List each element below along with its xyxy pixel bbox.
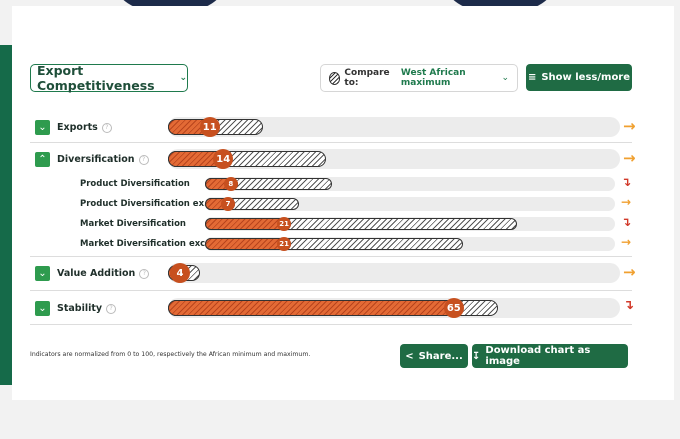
- trend-down-icon: ↴: [621, 215, 632, 229]
- indicator-label: Exports?: [57, 122, 112, 133]
- indicator-label-text: Exports: [57, 122, 98, 133]
- row-divider: [30, 256, 632, 257]
- chevron-down-icon[interactable]: ⌄: [35, 301, 50, 316]
- pillar-select[interactable]: Export Competitiveness ⌄: [30, 63, 188, 93]
- info-icon[interactable]: ?: [139, 268, 150, 279]
- compare-select[interactable]: Compare to: West African maximum ⌄: [320, 64, 518, 92]
- bar-track: [168, 263, 620, 283]
- score-badge: 4: [170, 263, 190, 283]
- indicator-label-text: Stability: [57, 303, 103, 314]
- pillar-select-label: Export Competitiveness: [37, 63, 155, 93]
- trend-down-icon: ↴: [623, 298, 634, 313]
- decorative-shape: [0, 45, 12, 385]
- chevron-up-icon[interactable]: ⌃: [35, 152, 50, 167]
- row-divider: [30, 290, 632, 291]
- indicator-label-text: Value Addition: [57, 268, 136, 279]
- indicator-label: Value Addition?: [57, 268, 150, 279]
- footnote: Indicators are normalized from 0 to 100,…: [30, 351, 311, 358]
- indicator-label-text: Diversification: [57, 154, 135, 165]
- share-button[interactable]: < Share...: [400, 344, 468, 368]
- share-label: Share...: [418, 350, 463, 362]
- indicator-label: Diversification?: [57, 154, 149, 165]
- chevron-down-icon: ⌄: [179, 73, 187, 83]
- sub-indicator-label: Market Diversification: [80, 219, 186, 229]
- score-badge: 65: [443, 298, 464, 318]
- trend-right-arrow-icon: →: [623, 149, 636, 167]
- trend-right-arrow-icon: →: [623, 263, 636, 281]
- show-less-more-button[interactable]: ≡ Show less/more: [526, 64, 632, 91]
- download-button[interactable]: ↧ Download chart as image: [472, 344, 628, 368]
- score-badge: 8: [223, 177, 238, 191]
- trend-right-arrow-icon: →: [623, 117, 636, 135]
- score-badge: 7: [221, 197, 235, 211]
- share-icon: <: [405, 350, 414, 362]
- sub-indicator-label: Product Diversification: [80, 179, 190, 189]
- download-label: Download chart as image: [485, 345, 591, 367]
- sub-indicator-label: Market Diversification exc...: [80, 239, 215, 249]
- trend-down-icon: ↴: [621, 175, 632, 189]
- info-icon[interactable]: ?: [138, 154, 149, 165]
- chevron-down-icon: ⌄: [501, 73, 509, 83]
- score-bar: [168, 300, 462, 316]
- trend-right-arrow-icon: →: [621, 235, 632, 249]
- show-less-more-label: Show less/more: [541, 72, 631, 83]
- info-icon[interactable]: ?: [106, 303, 117, 314]
- score-badge: 21: [277, 237, 292, 251]
- trend-right-arrow-icon: →: [621, 195, 632, 209]
- compare-label: Compare to:: [344, 68, 390, 88]
- chevron-down-icon[interactable]: ⌄: [35, 266, 50, 281]
- row-divider: [30, 142, 632, 143]
- sliders-icon: ≡: [527, 72, 537, 83]
- compare-value: West African maximum: [400, 68, 466, 88]
- score-badge: 11: [199, 117, 220, 137]
- compare-icon: [329, 71, 341, 85]
- indicator-label: Stability?: [57, 303, 117, 314]
- info-icon[interactable]: ?: [101, 122, 112, 133]
- chevron-down-icon[interactable]: ⌄: [35, 120, 50, 135]
- sub-indicator-label: Product Diversification ex...: [80, 199, 214, 209]
- row-divider: [30, 324, 632, 325]
- score-badge: 21: [277, 217, 292, 231]
- download-icon: ↧: [472, 350, 481, 362]
